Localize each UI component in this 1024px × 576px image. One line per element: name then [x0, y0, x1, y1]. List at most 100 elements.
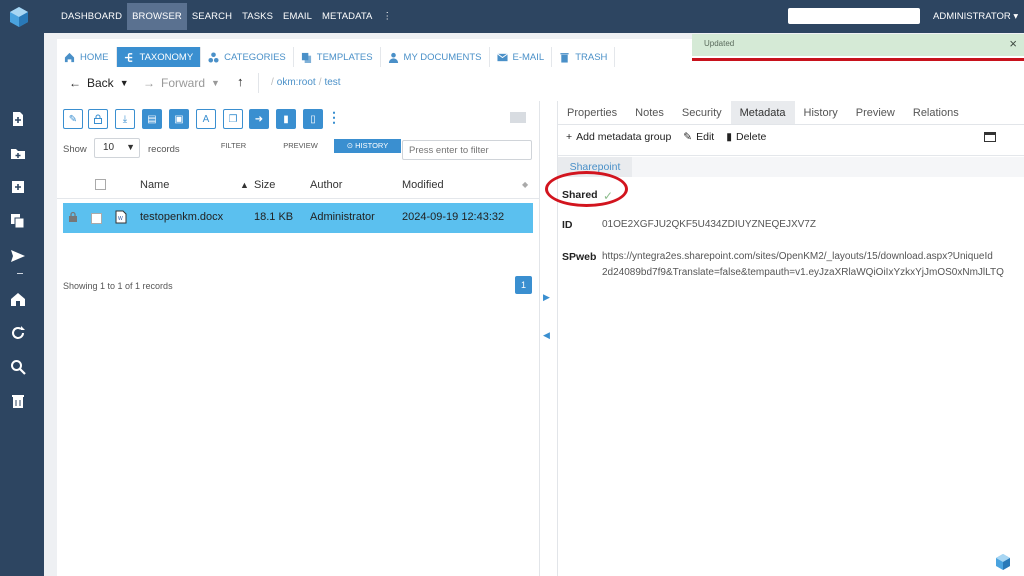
- select-all-checkbox[interactable]: [95, 179, 106, 190]
- expand-right-icon[interactable]: ▶: [543, 292, 550, 303]
- print-icon[interactable]: ▣: [169, 109, 189, 129]
- table-header: Name ▲ Size Author Modified ◆: [57, 171, 540, 199]
- edit-label: Edit: [696, 131, 715, 143]
- new-folder-icon[interactable]: [10, 145, 26, 161]
- arrow-right-icon: →: [143, 76, 155, 90]
- bookmark-icon[interactable]: ▮: [276, 109, 296, 129]
- archive-icon[interactable]: ▯: [303, 109, 323, 129]
- refresh-icon[interactable]: [10, 325, 26, 341]
- tab-label: TAXONOMY: [139, 51, 194, 63]
- nav-tasks[interactable]: TASKS: [237, 3, 278, 30]
- expand-left-icon[interactable]: ◀: [543, 330, 550, 341]
- global-search-input[interactable]: [788, 8, 920, 24]
- download-icon[interactable]: ⤓: [115, 109, 135, 129]
- tab-my-documents[interactable]: MY DOCUMENTS: [381, 47, 490, 67]
- main-area: HOME TAXONOMY CATEGORIES TEMPLATES MY DO…: [44, 33, 1024, 576]
- taxonomy-icon: [124, 52, 132, 62]
- sort-asc-icon[interactable]: ▲: [240, 180, 249, 190]
- subtab-filter[interactable]: FILTER: [200, 139, 267, 153]
- nav-metadata[interactable]: METADATA: [317, 3, 377, 30]
- edit-pencil-icon[interactable]: ✎: [63, 109, 83, 129]
- breadcrumb-test[interactable]: test: [324, 77, 340, 88]
- records-label: records: [148, 144, 180, 155]
- row-checkbox[interactable]: [91, 213, 102, 224]
- add-document-icon[interactable]: [10, 179, 26, 195]
- more-vertical-icon[interactable]: ⋮: [327, 109, 341, 126]
- window-icon[interactable]: [984, 132, 996, 142]
- lock-icon[interactable]: [88, 109, 108, 129]
- copy-icon[interactable]: [10, 213, 26, 229]
- tab-home[interactable]: HOME: [57, 47, 117, 67]
- browser-page: HOME TAXONOMY CATEGORIES TEMPLATES MY DO…: [57, 39, 1024, 576]
- nav-email[interactable]: EMAIL: [278, 3, 317, 30]
- grid-view-icon[interactable]: [510, 112, 526, 123]
- checkout-icon[interactable]: ▤: [142, 109, 162, 129]
- tab-label: TEMPLATES: [316, 51, 373, 63]
- lock-icon: [68, 211, 78, 225]
- move-icon[interactable]: ➜: [249, 109, 269, 129]
- add-group-label: Add metadata group: [576, 131, 672, 143]
- tab-taxonomy[interactable]: TAXONOMY: [116, 47, 202, 67]
- annotation-underline: [692, 58, 1024, 61]
- sort-icon[interactable]: ◆: [522, 180, 528, 189]
- edit-button[interactable]: ✎ Edit: [683, 131, 714, 143]
- chevron-down-icon[interactable]: ▼: [211, 78, 220, 88]
- column-author[interactable]: Author: [310, 179, 342, 191]
- trash-icon[interactable]: [10, 393, 26, 409]
- search-icon[interactable]: [10, 359, 26, 375]
- row-name[interactable]: testopenkm.docx: [140, 211, 223, 223]
- arrow-up-icon[interactable]: ↑: [237, 74, 244, 89]
- user-name: ADMINISTRATOR: [933, 11, 1011, 22]
- tab-preview[interactable]: Preview: [847, 101, 904, 124]
- tab-notes[interactable]: Notes: [626, 101, 673, 124]
- nav-dashboard[interactable]: DASHBOARD: [56, 3, 127, 30]
- nav-browser[interactable]: BROWSER: [127, 3, 187, 30]
- delete-button[interactable]: ▮ Delete: [726, 131, 766, 143]
- more-vertical-icon[interactable]: ⋮: [377, 3, 397, 30]
- user-menu[interactable]: ADMINISTRATOR ▾: [933, 11, 1018, 22]
- close-icon[interactable]: ×: [1009, 36, 1017, 51]
- send-icon[interactable]: [10, 248, 26, 264]
- subtab-history[interactable]: ⊙ HISTORY: [334, 139, 401, 153]
- records-per-page-select[interactable]: 10 ▼: [94, 138, 140, 158]
- tab-categories[interactable]: CATEGORIES: [201, 47, 294, 67]
- row-author: Administrator: [310, 211, 375, 223]
- forward-button[interactable]: → Forward ▼: [143, 76, 220, 90]
- tab-security[interactable]: Security: [673, 101, 731, 124]
- user-icon: [388, 52, 398, 63]
- openkm-logo-icon[interactable]: [8, 6, 30, 28]
- tab-properties[interactable]: Properties: [558, 101, 626, 124]
- tab-trash[interactable]: TRASH: [552, 47, 616, 67]
- pagination-page[interactable]: 1: [515, 276, 532, 294]
- sign-icon[interactable]: A: [196, 109, 216, 129]
- arrow-left-icon: ←: [69, 76, 81, 90]
- home-icon[interactable]: [10, 291, 26, 307]
- copy-icon[interactable]: ❐: [223, 109, 243, 129]
- tab-history[interactable]: History: [795, 101, 847, 124]
- categories-icon: [208, 51, 219, 63]
- column-name[interactable]: Name: [140, 179, 169, 191]
- openkm-logo-icon: [996, 554, 1010, 570]
- document-list-panel: ✎ ⤓ ▤ ▣ A ❐ ➜ ▮ ▯ ⋮ Show 10 ▼ records FI…: [57, 101, 540, 576]
- templates-icon: [301, 52, 311, 63]
- tab-relations[interactable]: Relations: [904, 101, 968, 124]
- table-row[interactable]: W testopenkm.docx 18.1 KB Administrator …: [63, 203, 533, 233]
- add-metadata-group-button[interactable]: + Add metadata group: [566, 131, 671, 143]
- new-document-icon[interactable]: [10, 111, 26, 127]
- back-button[interactable]: ← Back ▼: [69, 76, 129, 90]
- nav-search[interactable]: SEARCH: [187, 3, 237, 30]
- subtab-preview[interactable]: PREVIEW: [267, 139, 334, 153]
- tab-templates[interactable]: TEMPLATES: [294, 47, 381, 67]
- chevron-down-icon[interactable]: ▼: [120, 78, 129, 88]
- top-bar: DASHBOARD BROWSER SEARCH TASKS EMAIL MET…: [0, 0, 1024, 33]
- view-subtabs: FILTER PREVIEW ⊙ HISTORY: [200, 139, 401, 153]
- breadcrumb-root[interactable]: okm:root: [277, 77, 316, 88]
- column-modified[interactable]: Modified: [402, 179, 444, 191]
- tab-email[interactable]: E-MAIL: [490, 47, 553, 67]
- left-toolbar: [0, 33, 44, 576]
- notification-toast: Updated ×: [692, 34, 1024, 56]
- filter-input[interactable]: [402, 140, 532, 160]
- tab-metadata[interactable]: Metadata: [730, 101, 795, 124]
- column-size[interactable]: Size: [254, 179, 275, 191]
- trash-icon: [560, 52, 569, 63]
